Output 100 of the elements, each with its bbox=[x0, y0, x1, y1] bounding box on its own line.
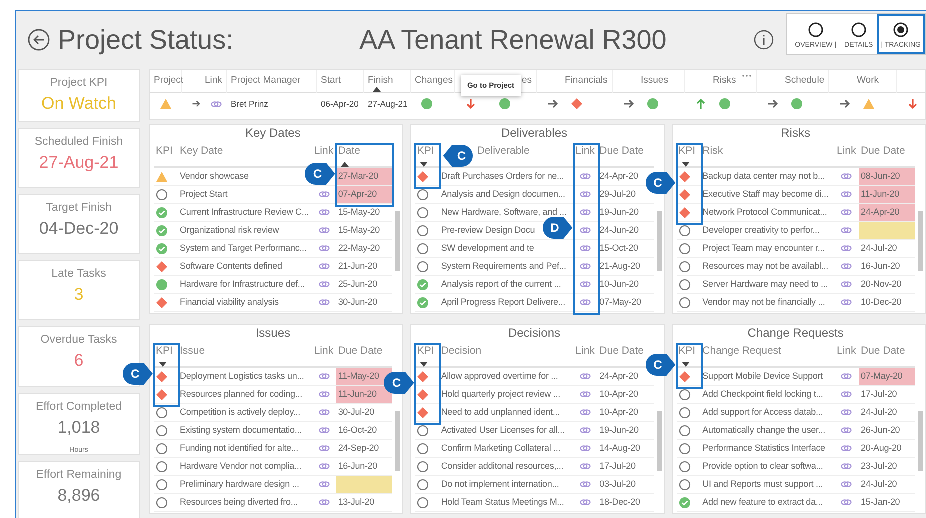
link-icon[interactable] bbox=[580, 497, 592, 508]
link-icon[interactable] bbox=[841, 207, 852, 218]
link-icon[interactable] bbox=[318, 425, 330, 436]
column-header[interactable]: Link bbox=[836, 145, 856, 157]
link-icon[interactable] bbox=[841, 461, 852, 472]
column-header[interactable]: Link bbox=[314, 145, 334, 157]
link-icon[interactable] bbox=[580, 407, 592, 418]
link-icon[interactable] bbox=[318, 497, 330, 508]
link-icon[interactable] bbox=[318, 279, 330, 290]
column-header[interactable]: Issues bbox=[641, 74, 668, 88]
link-icon[interactable] bbox=[318, 461, 330, 472]
link-icon[interactable] bbox=[580, 479, 592, 490]
column-header[interactable]: KPI bbox=[417, 145, 434, 157]
info-icon[interactable] bbox=[754, 30, 774, 50]
column-header[interactable]: Link bbox=[576, 345, 595, 357]
link-icon[interactable] bbox=[841, 425, 852, 436]
column-header[interactable]: KPI bbox=[678, 145, 696, 157]
link-icon[interactable] bbox=[841, 189, 852, 200]
link-icon[interactable] bbox=[580, 443, 592, 454]
column-header[interactable]: Due Date bbox=[860, 145, 906, 157]
date-cell: 07-May-20 bbox=[858, 368, 915, 386]
column-header[interactable]: Due Date bbox=[860, 345, 906, 357]
link-icon[interactable] bbox=[318, 225, 330, 236]
sort-icon[interactable] bbox=[373, 87, 381, 92]
link-icon[interactable] bbox=[318, 389, 330, 400]
column-header[interactable]: Date bbox=[338, 145, 361, 157]
column-header[interactable]: Project bbox=[154, 74, 184, 88]
link-icon[interactable] bbox=[318, 207, 330, 218]
column-header[interactable]: KPI bbox=[156, 345, 173, 357]
sort-icon[interactable] bbox=[420, 362, 428, 367]
link-icon[interactable] bbox=[580, 425, 592, 436]
link-icon[interactable] bbox=[580, 279, 592, 290]
link-icon[interactable] bbox=[580, 225, 592, 236]
column-header[interactable]: es bbox=[522, 74, 532, 88]
link-icon[interactable] bbox=[580, 171, 592, 182]
link-icon[interactable] bbox=[841, 297, 852, 308]
link-icon[interactable] bbox=[841, 389, 852, 400]
link-icon[interactable] bbox=[318, 297, 330, 308]
link-icon[interactable] bbox=[580, 189, 592, 200]
radio-icon[interactable] bbox=[893, 22, 910, 38]
column-header[interactable]: Link bbox=[836, 345, 856, 357]
link-icon[interactable] bbox=[318, 443, 330, 454]
column-header[interactable]: Schedule bbox=[785, 74, 825, 88]
column-header[interactable]: Financials bbox=[565, 74, 608, 88]
sort-icon[interactable] bbox=[420, 162, 428, 167]
column-header[interactable]: KPI bbox=[156, 145, 173, 157]
link-icon[interactable] bbox=[841, 443, 852, 454]
link-icon[interactable] bbox=[318, 407, 330, 418]
radio-icon[interactable] bbox=[850, 22, 867, 38]
link-icon[interactable] bbox=[841, 261, 852, 272]
more-icon[interactable] bbox=[742, 74, 752, 78]
back-icon[interactable] bbox=[28, 29, 50, 51]
column-header[interactable]: Work bbox=[857, 74, 879, 88]
column-header[interactable]: Due Date bbox=[600, 145, 644, 157]
date-cell-text: 10-Jun-20 bbox=[600, 278, 639, 291]
column-header[interactable]: Changes bbox=[415, 74, 454, 88]
column-header[interactable]: Key Date bbox=[180, 145, 224, 157]
column-header[interactable]: Start bbox=[321, 74, 342, 88]
link-icon[interactable] bbox=[841, 279, 852, 290]
link-icon[interactable] bbox=[580, 261, 592, 272]
sort-icon[interactable] bbox=[682, 162, 690, 167]
sort-icon[interactable] bbox=[682, 362, 690, 367]
column-header[interactable]: Due Date bbox=[338, 345, 383, 357]
column-header[interactable]: Link bbox=[314, 345, 334, 357]
column-header[interactable]: Risks bbox=[713, 74, 736, 88]
column-header[interactable]: KPI bbox=[678, 345, 696, 357]
row-title: Software Contents defined bbox=[178, 258, 312, 276]
link-icon[interactable] bbox=[211, 98, 222, 110]
link-icon[interactable] bbox=[841, 407, 852, 418]
link-icon[interactable] bbox=[318, 243, 330, 254]
column-header[interactable]: Project Manager bbox=[231, 74, 301, 88]
link-icon[interactable] bbox=[580, 297, 592, 308]
link-icon[interactable] bbox=[841, 497, 852, 508]
link-icon[interactable] bbox=[580, 207, 592, 218]
link-icon[interactable] bbox=[841, 479, 852, 490]
column-header[interactable]: Change Request bbox=[702, 345, 782, 357]
column-header[interactable]: Finish bbox=[368, 74, 394, 88]
column-header[interactable]: KPI bbox=[417, 345, 434, 357]
link-icon[interactable] bbox=[580, 243, 592, 254]
column-header[interactable]: Risk bbox=[702, 145, 724, 157]
column-header[interactable]: Issue bbox=[180, 345, 206, 357]
link-icon[interactable] bbox=[580, 371, 592, 382]
link-icon[interactable] bbox=[580, 461, 592, 472]
link-icon[interactable] bbox=[318, 261, 330, 272]
column-header[interactable]: Link bbox=[576, 145, 595, 157]
column-header[interactable]: Decision bbox=[441, 345, 482, 357]
link-icon[interactable] bbox=[318, 189, 330, 200]
radio-icon[interactable] bbox=[808, 22, 824, 38]
sort-icon[interactable] bbox=[159, 362, 167, 367]
column-header[interactable]: Link bbox=[205, 74, 222, 88]
row-title: Do not implement internation... bbox=[439, 476, 574, 494]
link-icon[interactable] bbox=[841, 371, 852, 382]
link-icon[interactable] bbox=[841, 225, 852, 236]
link-icon[interactable] bbox=[318, 479, 330, 490]
link-icon[interactable] bbox=[841, 243, 852, 254]
column-header[interactable]: Deliverable bbox=[477, 145, 530, 157]
link-icon[interactable] bbox=[841, 171, 852, 182]
column-header[interactable]: Due Date bbox=[600, 345, 644, 357]
link-icon[interactable] bbox=[318, 371, 330, 382]
link-icon[interactable] bbox=[580, 389, 592, 400]
